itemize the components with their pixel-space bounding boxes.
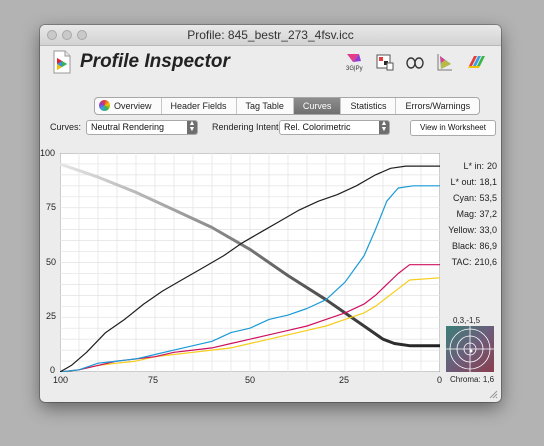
cyan-value: 53,5 <box>479 193 497 203</box>
rendering-intent-label: Rendering Intent: <box>212 122 282 132</box>
x-tick-label: 50 <box>245 375 256 385</box>
chroma-coords: 0,3,-1,5 <box>453 316 481 325</box>
tab-statistics[interactable]: Statistics <box>340 98 395 114</box>
yellow-value: 33,0 <box>479 225 497 235</box>
gamut-triangle-icon[interactable] <box>434 52 456 72</box>
chroma-label: Chroma: <box>450 375 481 384</box>
info-label: L* out: <box>450 177 477 187</box>
x-tick-label: 100 <box>53 375 69 385</box>
rendering-intent-select[interactable]: Rel. Colorimetric ▲ ▼ <box>279 120 390 135</box>
profile-inspector-window: Profile: 845_bestr_273_4fsv.icc Profile … <box>40 25 501 402</box>
resize-grip-icon[interactable] <box>488 389 498 399</box>
info-label: L* in: <box>463 161 484 171</box>
info-label: Black: <box>451 241 477 251</box>
tab-header-fields[interactable]: Header Fields <box>160 98 236 114</box>
3d-gamut-icon[interactable]: 3G|Py <box>343 52 365 72</box>
chroma-value: 1,6 <box>482 375 495 384</box>
tab-errors-warnings[interactable]: Errors/Warnings <box>395 98 479 114</box>
black-value: 86,9 <box>479 241 497 251</box>
glasses-icon[interactable] <box>404 52 426 72</box>
x-tick-label: 25 <box>339 375 350 385</box>
y-tick-label: 25 <box>46 311 57 321</box>
app-logo-icon <box>53 50 71 74</box>
tag-view-icon[interactable] <box>374 52 396 72</box>
app-title: Profile Inspector <box>80 51 230 72</box>
select-arrows-icon: ▲ ▼ <box>187 120 197 134</box>
svg-text:3G|Py: 3G|Py <box>346 66 363 72</box>
y-tick-label: 0 <box>50 365 56 375</box>
view-in-worksheet-button[interactable]: View in Worksheet <box>410 120 496 136</box>
chroma-target-icon <box>446 326 494 372</box>
info-panel: L* in: 20 L* out: 18,1 Cyan: 53,5 Mag: 37,2 … <box>437 158 497 270</box>
y-tick-label: 100 <box>40 148 56 158</box>
chroma-readout: Chroma: 1,6 <box>450 375 494 384</box>
x-tick-label: 75 <box>148 375 159 385</box>
lstar-in-value: 20 <box>486 161 497 171</box>
tab-curves[interactable]: Curves <box>292 98 341 114</box>
window-title: Profile: 845_bestr_273_4fsv.icc <box>187 28 354 42</box>
tab-bar: Overview Header Fields Tag Table Curves … <box>94 97 481 115</box>
curves-select[interactable]: Neutral Rendering ▲ ▼ <box>86 120 198 135</box>
tab-overview[interactable]: Overview <box>95 98 161 114</box>
select-arrows-icon: ▲ ▼ <box>379 120 389 134</box>
color-bars-icon[interactable] <box>466 52 488 72</box>
magenta-value: 37,2 <box>479 209 497 219</box>
info-label: Cyan: <box>452 193 477 203</box>
tab-tag-table[interactable]: Tag Table <box>235 98 293 114</box>
info-label: TAC: <box>451 257 472 267</box>
tac-value: 210,6 <box>474 257 497 267</box>
y-tick-label: 50 <box>46 257 57 267</box>
lstar-out-value: 18,1 <box>479 177 497 187</box>
x-tick-label: 0 <box>437 375 443 385</box>
info-label: Yellow: <box>448 225 477 235</box>
tab-label: Overview <box>114 101 152 111</box>
curves-label: Curves: <box>50 122 82 132</box>
curves-select-value: Neutral Rendering <box>91 122 165 132</box>
rendering-intent-value: Rel. Colorimetric <box>284 122 351 132</box>
curves-chart <box>60 153 440 372</box>
title-bar: Profile: 845_bestr_273_4fsv.icc <box>40 25 501 46</box>
colorwheel-icon <box>99 100 110 111</box>
info-label: Mag: <box>456 209 477 219</box>
y-tick-label: 75 <box>46 202 57 212</box>
